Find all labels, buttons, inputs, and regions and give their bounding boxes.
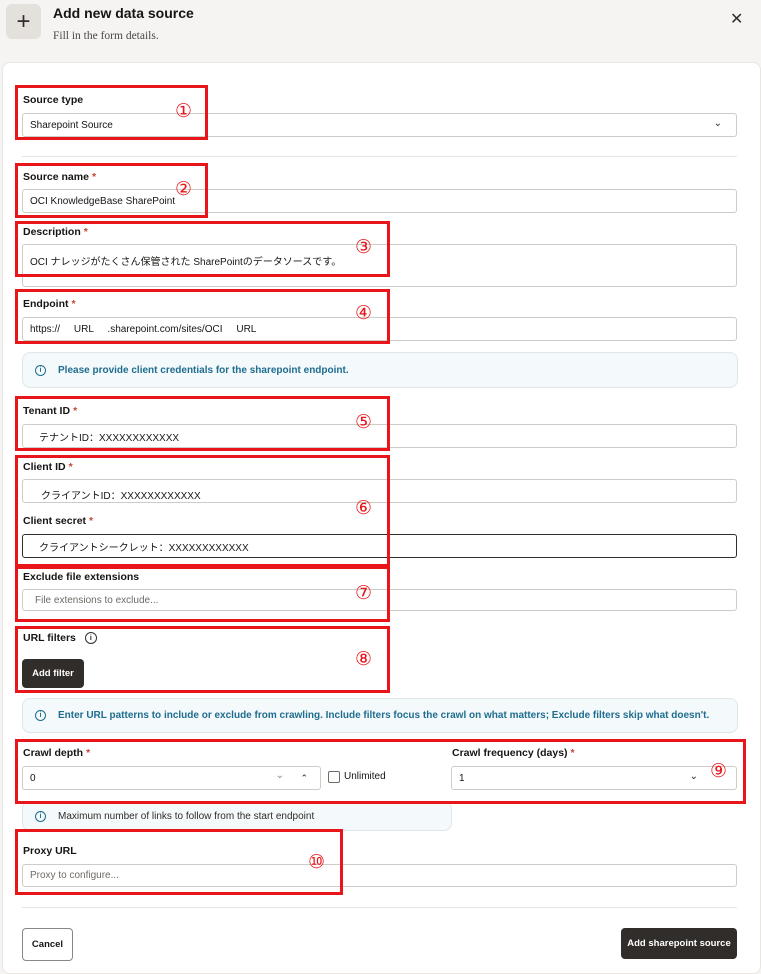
info-icon: i xyxy=(35,710,46,721)
crawl-depth-info: i Maximum number of links to follow from… xyxy=(22,801,452,831)
annotation-number-9: ⑨ xyxy=(710,760,728,782)
annotation-number-3: ③ xyxy=(355,236,373,258)
annotation-box-8 xyxy=(15,626,390,693)
info-icon: i xyxy=(35,364,46,376)
info-icon: i xyxy=(35,810,46,822)
crawl-depth-info-text: Maximum number of links to follow from t… xyxy=(58,810,315,822)
credentials-info-banner: i Please provide client credentials for … xyxy=(22,352,738,388)
credentials-info-text: Please provide client credentials for th… xyxy=(58,364,349,376)
annotation-box-4 xyxy=(15,289,390,344)
annotation-box-3 xyxy=(15,221,390,277)
annotation-box-9 xyxy=(15,739,746,804)
divider xyxy=(22,156,737,157)
add-sharepoint-source-button[interactable]: Add sharepoint source xyxy=(621,928,737,959)
cancel-button[interactable]: Cancel xyxy=(22,928,73,961)
annotation-number-5: ⑤ xyxy=(355,411,373,433)
annotation-number-4: ④ xyxy=(355,302,373,324)
annotation-number-8: ⑧ xyxy=(355,648,373,670)
annotation-box-5 xyxy=(15,396,390,451)
annotation-number-10: ⑩ xyxy=(308,851,326,873)
annotation-box-6 xyxy=(15,455,390,567)
annotation-box-10 xyxy=(15,829,343,895)
annotation-number-2: ② xyxy=(175,178,193,200)
footer-divider xyxy=(22,907,737,908)
chevron-down-icon: ⌄ xyxy=(713,118,722,129)
annotation-box-7 xyxy=(15,566,390,622)
close-icon[interactable]: ✕ xyxy=(730,9,743,29)
annotation-number-7: ⑦ xyxy=(355,582,373,604)
url-filters-info-text: Enter URL patterns to include or exclude… xyxy=(58,710,710,721)
add-icon: + xyxy=(6,4,41,39)
annotation-number-1: ① xyxy=(175,100,193,122)
url-filters-info-banner: i Enter URL patterns to include or exclu… xyxy=(22,698,738,733)
dialog-subtitle: Fill in the form details. xyxy=(53,30,159,42)
annotation-number-6: ⑥ xyxy=(355,497,373,519)
dialog-title: Add new data source xyxy=(53,5,194,21)
